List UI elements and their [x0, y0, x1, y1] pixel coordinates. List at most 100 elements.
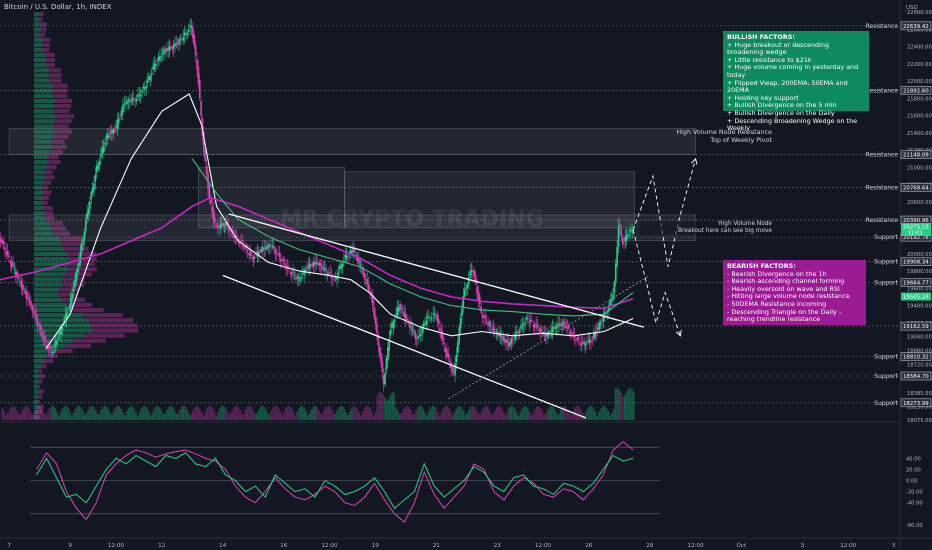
volume-bar	[616, 388, 619, 420]
volume-profile-bar	[49, 73, 62, 78]
candle	[281, 260, 283, 262]
volume-bar	[356, 408, 359, 420]
volume-bar	[318, 410, 320, 420]
volume-bar	[5, 414, 7, 420]
volume-bar	[234, 406, 236, 420]
volume-bar	[223, 406, 225, 420]
candle	[463, 289, 466, 297]
volume-profile-bar	[34, 160, 49, 165]
volume-bar	[138, 411, 141, 420]
candle	[4, 247, 6, 250]
volume-bar	[41, 408, 44, 420]
volume-bar	[56, 411, 59, 420]
candle	[310, 264, 312, 267]
volume-bar	[554, 409, 556, 420]
volume-bar	[446, 406, 448, 420]
price-axis-tick-label: 21600.00	[907, 114, 932, 120]
candle	[457, 341, 459, 353]
candle	[25, 291, 28, 300]
volume-bar	[440, 411, 443, 420]
candle	[85, 220, 87, 231]
volume-profile-bar	[34, 63, 46, 68]
candle	[259, 250, 261, 253]
volume-profile-bar	[34, 272, 66, 277]
volume-bar	[512, 406, 514, 420]
candle	[396, 307, 399, 315]
volume-profile-bar	[34, 124, 54, 129]
watermark-text: MR CRYPTO TRADING	[280, 207, 544, 232]
volume-profile-bar	[34, 180, 44, 185]
volume-bar	[396, 410, 399, 420]
price-axis-tick-label: 22000.00	[907, 79, 932, 85]
volume-bar	[415, 410, 417, 420]
volume-bar	[499, 406, 502, 420]
volume-bar	[166, 409, 168, 420]
candle	[264, 246, 267, 250]
volume-bar	[572, 410, 575, 420]
volume-profile-bar	[34, 93, 53, 98]
volume-bar	[12, 406, 15, 420]
volume-profile-bar	[34, 78, 50, 83]
candle	[296, 275, 299, 280]
volume-bar	[363, 408, 366, 420]
volume-bar	[433, 406, 436, 420]
time-axis-tick-label: 14	[219, 543, 227, 549]
volume-bar	[479, 413, 481, 420]
volume-bar	[332, 413, 335, 420]
volume-profile-bar	[90, 323, 138, 328]
volume-profile-bar	[40, 32, 46, 37]
candle	[321, 265, 323, 270]
volume-bar	[327, 406, 329, 420]
volume-bar	[429, 407, 432, 420]
candle	[529, 319, 532, 322]
volume-bar	[477, 413, 480, 420]
volume-bar	[563, 406, 566, 420]
candle	[373, 306, 375, 318]
candle	[93, 183, 95, 190]
candle	[398, 306, 400, 312]
volume-profile-bar	[53, 124, 69, 129]
candle	[318, 262, 320, 266]
candle	[91, 187, 94, 193]
volume-bar	[629, 388, 631, 420]
volume-bar	[204, 411, 207, 420]
volume-bar	[63, 406, 66, 420]
volume-bar	[521, 408, 523, 420]
candle	[166, 48, 168, 52]
candle	[444, 348, 447, 352]
candle	[102, 146, 105, 152]
volume-bar	[618, 389, 621, 420]
candle	[218, 225, 220, 229]
volume-profile-bar	[45, 52, 56, 58]
volume-bar	[135, 411, 137, 420]
volume-profile-bar	[34, 154, 48, 160]
candle	[312, 262, 315, 267]
candle	[554, 326, 557, 329]
candle	[586, 341, 588, 344]
volume-bar	[312, 406, 315, 420]
candle	[602, 316, 605, 322]
volume-bar	[360, 415, 362, 420]
candle	[178, 39, 180, 44]
volume-bar	[164, 413, 167, 420]
candle	[382, 375, 385, 385]
volume-bar	[510, 406, 513, 420]
volume-bar	[184, 406, 187, 420]
candle	[326, 272, 329, 275]
price-level-tag-label: 18584.70	[903, 374, 929, 380]
candle	[277, 252, 279, 254]
volume-bar	[559, 409, 562, 420]
volume-bar	[283, 411, 286, 420]
candle	[150, 73, 153, 75]
candle	[345, 255, 348, 260]
volume-bar	[102, 407, 104, 420]
candle	[8, 255, 10, 257]
candle	[61, 327, 64, 331]
volume-bar	[246, 406, 249, 420]
candle	[1, 239, 3, 244]
candle	[503, 338, 506, 341]
bullish-line: + Huge breakout or descending broadening…	[727, 40, 829, 57]
volume-bar	[548, 406, 551, 420]
candle	[212, 209, 215, 220]
candle	[614, 263, 617, 282]
